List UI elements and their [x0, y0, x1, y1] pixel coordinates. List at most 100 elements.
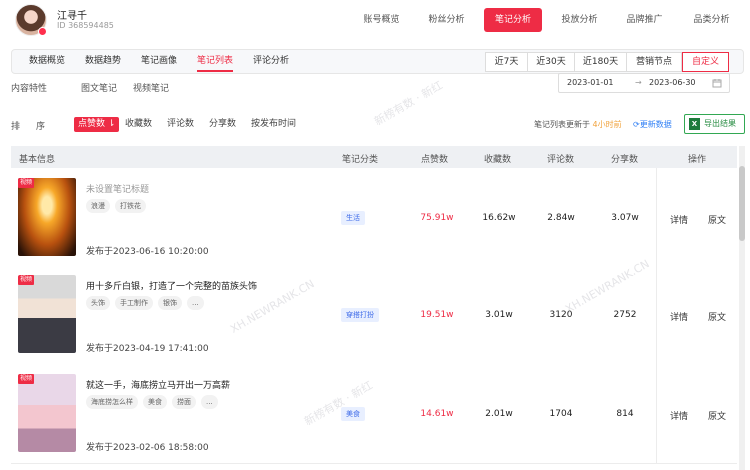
shares-value: 814: [616, 409, 634, 419]
table-row[interactable]: 视频 就这一手，海底捞立马开出一万高薪 海底捞怎么样 美食 捞面... 发布于202…: [11, 364, 737, 464]
account-id: ID 368594485: [57, 21, 114, 30]
category-badge: 美食: [341, 407, 365, 421]
range-30-days-button[interactable]: 近30天: [527, 52, 575, 72]
likes-value: 75.91w: [420, 213, 454, 223]
nav-account-overview[interactable]: 账号概览: [354, 8, 409, 32]
table-row[interactable]: 视频 用十多斤白银，打造了一个完整的苗族头饰 头饰 手工制作 银饰... 发布于20…: [11, 265, 737, 365]
publish-time: 发布于2023-04-19 17:41:00: [86, 344, 209, 354]
note-title[interactable]: 未设置笔记标题: [86, 182, 149, 195]
note-tags: 头饰 手工制作 银饰...: [86, 296, 209, 310]
watermark: 新榜有数 · 新红: [372, 78, 445, 129]
table-row[interactable]: 视频 未设置笔记标题 浪漫 打铁花 发布于2023-06-16 10:20:00 …: [11, 168, 737, 268]
nav-fans-analysis[interactable]: 粉丝分析: [419, 8, 474, 32]
refresh-data-button[interactable]: ⟳更新数据: [633, 119, 672, 130]
update-note: 笔记列表更新于 4小时前: [534, 119, 622, 130]
note-title[interactable]: 用十多斤白银，打造了一个完整的苗族头饰: [86, 279, 257, 292]
sort-likes-label: 点赞数: [78, 119, 106, 129]
note-title[interactable]: 就这一手，海底捞立马开出一万高薪: [86, 378, 230, 391]
note-tag: 捞面: [172, 395, 196, 409]
sort-shares-button[interactable]: 分享数: [209, 117, 236, 132]
range-7-days-button[interactable]: 近7天: [485, 52, 528, 72]
comments-value: 1704: [549, 409, 573, 419]
note-tag: 头饰: [86, 296, 110, 310]
nav-notes-analysis[interactable]: 笔记分析: [484, 8, 542, 32]
more-tags[interactable]: ...: [201, 395, 218, 409]
note-tag: 浪漫: [86, 199, 110, 213]
action-divider: [656, 168, 657, 267]
action-divider: [656, 265, 657, 364]
note-tags: 海底捞怎么样 美食 捞面...: [86, 395, 223, 409]
col-shares: 分享数: [611, 155, 639, 165]
sort-favorites-button[interactable]: 收藏数: [125, 117, 152, 132]
sort-label-1: 排: [11, 122, 21, 132]
tab-notes-profile[interactable]: 笔记画像: [141, 50, 177, 73]
category-badge: 生活: [341, 211, 365, 225]
calendar-icon: [712, 79, 722, 88]
comments-value: 2.84w: [547, 213, 575, 223]
update-note-prefix: 笔记列表更新于: [534, 120, 590, 129]
date-range-picker[interactable]: 2023-01-01 → 2023-06-30: [558, 73, 730, 93]
filter-video-notes[interactable]: 视频笔记: [133, 81, 169, 94]
tab-notes-list[interactable]: 笔记列表: [197, 50, 234, 73]
note-tags: 浪漫 打铁花: [86, 199, 151, 213]
note-tag: 打铁花: [115, 199, 146, 213]
tab-data-overview[interactable]: 数据概览: [29, 50, 65, 73]
note-thumbnail[interactable]: 视频: [18, 178, 76, 256]
details-link[interactable]: 详情: [670, 213, 688, 226]
favorites-value: 3.01w: [485, 310, 513, 320]
sort-publish-time-button[interactable]: 按发布时间: [251, 117, 296, 132]
note-thumbnail[interactable]: 视频: [18, 275, 76, 353]
end-date: 2023-06-30: [649, 78, 696, 87]
likes-value: 14.61w: [420, 409, 454, 419]
nav-ads-analysis[interactable]: 投放分析: [552, 8, 607, 32]
video-badge: 视频: [18, 178, 35, 188]
sort-comments-button[interactable]: 评论数: [167, 117, 194, 132]
table-header: 基本信息 笔记分类 点赞数 收藏数 评论数 分享数 操作: [11, 146, 737, 168]
nav-category-analysis[interactable]: 品类分析: [684, 8, 739, 32]
account-name: 江寻千: [57, 11, 87, 22]
refresh-icon: ⟳: [633, 120, 640, 129]
app-header: 江寻千 ID 368594485 账号概览 粉丝分析 笔记分析 投放分析 品牌推…: [0, 0, 750, 42]
table-scrollbar[interactable]: [739, 146, 745, 470]
note-thumbnail[interactable]: 视频: [18, 374, 76, 452]
range-180-days-button[interactable]: 近180天: [574, 52, 627, 72]
sort-desc-icon: ⇂: [107, 119, 116, 129]
details-link[interactable]: 详情: [670, 310, 688, 323]
original-link[interactable]: 原文: [708, 213, 726, 226]
content-type-label: 内容特性: [11, 84, 48, 94]
likes-value: 19.51w: [420, 310, 454, 320]
favorites-value: 2.01w: [485, 409, 513, 419]
note-tag: 海底捞怎么样: [86, 395, 138, 409]
export-label: 导出结果: [704, 119, 736, 128]
tab-comment-analysis[interactable]: 评论分析: [253, 50, 289, 73]
col-favorites: 收藏数: [484, 155, 512, 165]
shares-value: 3.07w: [611, 213, 639, 223]
details-link[interactable]: 详情: [670, 409, 688, 422]
range-marketing-node-button[interactable]: 营销节点: [626, 52, 682, 72]
note-tag: 美食: [143, 395, 167, 409]
col-actions: 操作: [688, 155, 707, 165]
col-category: 笔记分类: [342, 155, 379, 165]
sort-likes-button[interactable]: 点赞数 ⇂: [74, 117, 120, 132]
publish-time: 发布于2023-02-06 18:58:00: [86, 443, 209, 453]
excel-icon: X: [689, 118, 700, 130]
comments-value: 3120: [549, 310, 573, 320]
original-link[interactable]: 原文: [708, 310, 726, 323]
col-basic-info: 基本信息: [19, 155, 56, 165]
update-note-time: 4小时前: [592, 120, 622, 129]
export-results-button[interactable]: X 导出结果: [684, 114, 745, 134]
category-badge: 穿搭打扮: [341, 308, 379, 322]
original-link[interactable]: 原文: [708, 409, 726, 422]
nav-brand-promotion[interactable]: 品牌推广: [617, 8, 672, 32]
video-badge: 视频: [18, 275, 35, 285]
note-tag: 手工制作: [115, 296, 153, 310]
refresh-label: 更新数据: [639, 120, 672, 129]
more-tags[interactable]: ...: [187, 296, 204, 310]
filter-image-notes[interactable]: 图文笔记: [81, 81, 117, 94]
tab-data-trend[interactable]: 数据趋势: [85, 50, 121, 73]
range-custom-button[interactable]: 自定义: [682, 52, 729, 72]
platform-badge-icon: [38, 27, 47, 36]
note-tag: 银饰: [158, 296, 182, 310]
date-arrow-icon: →: [635, 78, 642, 87]
scrollbar-thumb[interactable]: [739, 166, 745, 241]
